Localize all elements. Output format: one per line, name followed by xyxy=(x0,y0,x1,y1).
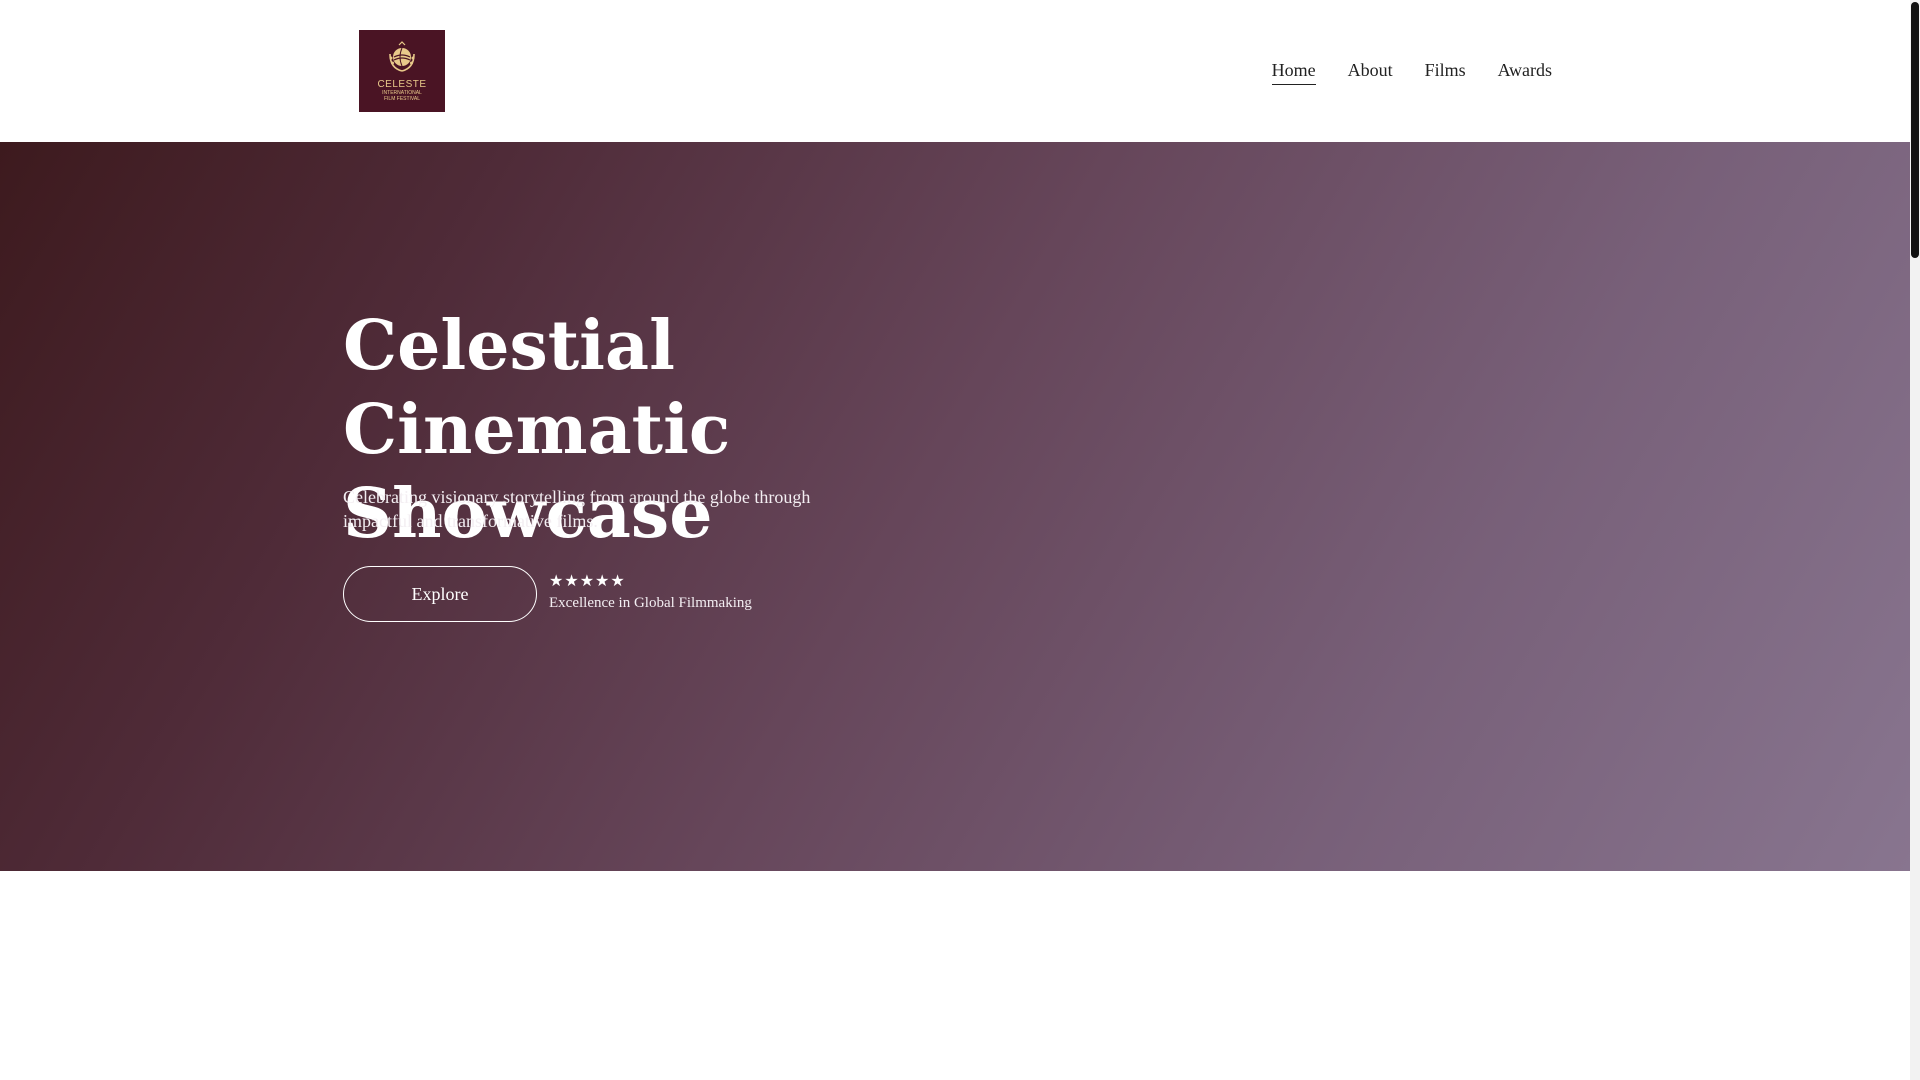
nav-about[interactable]: About xyxy=(1348,58,1393,85)
main-nav: Home About Films Awards xyxy=(1271,58,1552,85)
globe-laurel-icon xyxy=(389,41,415,72)
nav-films[interactable]: Films xyxy=(1425,58,1466,85)
site-header: CELESTE INTERNATIONAL FILM FESTIVAL Home… xyxy=(0,0,1910,142)
festival-logo[interactable]: CELESTE INTERNATIONAL FILM FESTIVAL xyxy=(359,30,445,112)
logo-name: CELESTE xyxy=(377,79,427,90)
star-icon: ★★★★★ xyxy=(549,571,626,590)
rating-block: ★★★★★ Excellence in Global Filmmaking xyxy=(549,572,752,613)
scrollbar-track[interactable] xyxy=(1910,0,1920,1080)
nav-awards[interactable]: Awards xyxy=(1498,58,1552,85)
nav-home[interactable]: Home xyxy=(1271,58,1316,85)
hero-description: Celebrating visionary storytelling from … xyxy=(343,487,811,531)
page: CELESTE INTERNATIONAL FILM FESTIVAL Home… xyxy=(0,0,1920,1080)
scrollbar-thumb[interactable] xyxy=(1911,2,1919,258)
hero-section: Celestial Cinematic Showcase Celebrating… xyxy=(0,142,1910,871)
logo-subtitle: INTERNATIONAL FILM FESTIVAL xyxy=(382,90,422,102)
explore-button[interactable]: Explore xyxy=(343,566,537,622)
rating-label: Excellence in Global Filmmaking xyxy=(549,595,752,611)
